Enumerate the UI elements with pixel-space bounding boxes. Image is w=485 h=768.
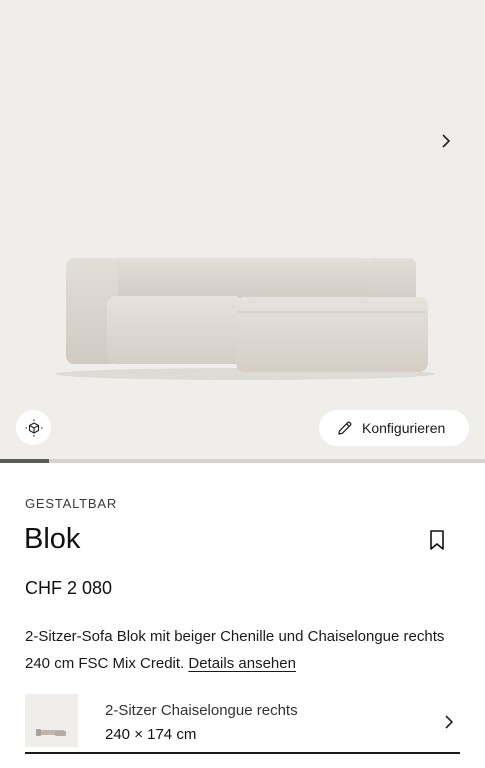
variant-selector[interactable]: 2-Sitzer Chaiselongue rechts 240 × 174 c… bbox=[25, 694, 460, 754]
variant-dimensions: 240 × 174 cm bbox=[105, 726, 197, 743]
variant-selected-underline bbox=[25, 752, 460, 754]
product-title: Blok bbox=[24, 523, 81, 555]
next-image-button[interactable] bbox=[431, 126, 461, 156]
chevron-right-icon bbox=[442, 134, 451, 148]
details-link[interactable]: Details ansehen bbox=[188, 655, 296, 672]
product-eyebrow: GESTALTBAR bbox=[25, 496, 118, 511]
gallery-progress bbox=[0, 459, 485, 463]
view-in-room-button[interactable] bbox=[16, 410, 51, 445]
save-to-wishlist-button[interactable] bbox=[428, 529, 446, 551]
configure-button[interactable]: Konfigurieren bbox=[319, 410, 469, 446]
configure-label: Konfigurieren bbox=[362, 420, 446, 436]
product-price: CHF 2 080 bbox=[25, 578, 113, 598]
bookmark-icon bbox=[430, 530, 444, 550]
variant-name: 2-Sitzer Chaiselongue rechts bbox=[105, 702, 298, 719]
pencil-icon bbox=[338, 421, 352, 435]
product-image-gallery[interactable]: Konfigurieren bbox=[0, 0, 485, 462]
gallery-progress-fill bbox=[0, 459, 49, 463]
cube-ar-icon bbox=[25, 419, 42, 436]
chevron-right-icon bbox=[444, 714, 454, 735]
variant-thumbnail-image bbox=[36, 729, 66, 736]
sofa-product-image bbox=[55, 258, 435, 380]
product-description: 2-Sitzer-Sofa Blok mit beiger Chenille u… bbox=[25, 623, 465, 677]
variant-thumbnail bbox=[25, 694, 78, 747]
